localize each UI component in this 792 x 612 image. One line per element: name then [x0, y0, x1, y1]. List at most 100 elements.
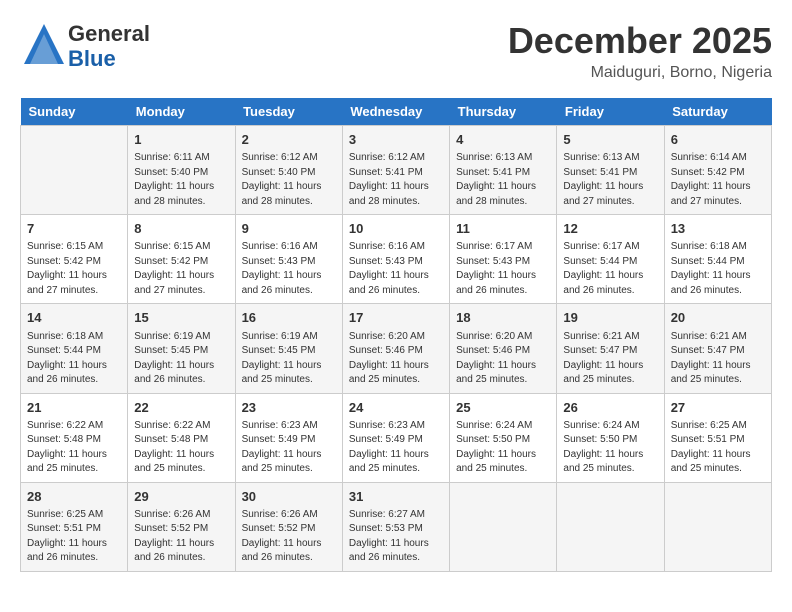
header-tuesday: Tuesday — [235, 98, 342, 126]
cell-info: Sunrise: 6:15 AMSunset: 5:42 PMDaylight:… — [27, 240, 121, 298]
day-number: 16 — [242, 309, 336, 327]
day-number: 8 — [134, 220, 228, 238]
calendar-cell: 5 Sunrise: 6:13 AMSunset: 5:41 PMDaylight… — [557, 126, 664, 215]
calendar-cell: 14 Sunrise: 6:18 AMSunset: 5:44 PMDayligh… — [21, 304, 128, 393]
cell-info: Sunrise: 6:22 AMSunset: 5:48 PMDaylight:… — [134, 419, 228, 477]
day-number: 17 — [349, 309, 443, 327]
calendar-table: SundayMondayTuesdayWednesdayThursdayFrid… — [20, 98, 772, 572]
calendar-cell: 8 Sunrise: 6:15 AMSunset: 5:42 PMDaylight… — [128, 215, 235, 304]
calendar-cell: 1 Sunrise: 6:11 AMSunset: 5:40 PMDaylight… — [128, 126, 235, 215]
cell-info: Sunrise: 6:19 AMSunset: 5:45 PMDaylight:… — [134, 330, 228, 388]
day-number: 7 — [27, 220, 121, 238]
week-row: 7 Sunrise: 6:15 AMSunset: 5:42 PMDaylight… — [21, 215, 772, 304]
header-wednesday: Wednesday — [342, 98, 449, 126]
day-number: 1 — [134, 131, 228, 149]
cell-info: Sunrise: 6:26 AMSunset: 5:52 PMDaylight:… — [134, 508, 228, 566]
day-number: 18 — [456, 309, 550, 327]
day-number: 30 — [242, 488, 336, 506]
cell-info: Sunrise: 6:23 AMSunset: 5:49 PMDaylight:… — [349, 419, 443, 477]
calendar-cell — [557, 482, 664, 571]
logo-general: General — [68, 22, 150, 46]
calendar-cell — [450, 482, 557, 571]
header-monday: Monday — [128, 98, 235, 126]
day-number: 20 — [671, 309, 765, 327]
logo-blue: Blue — [68, 47, 150, 71]
cell-info: Sunrise: 6:25 AMSunset: 5:51 PMDaylight:… — [27, 508, 121, 566]
cell-info: Sunrise: 6:23 AMSunset: 5:49 PMDaylight:… — [242, 419, 336, 477]
day-number: 2 — [242, 131, 336, 149]
cell-info: Sunrise: 6:15 AMSunset: 5:42 PMDaylight:… — [134, 240, 228, 298]
calendar-cell: 30 Sunrise: 6:26 AMSunset: 5:52 PMDayligh… — [235, 482, 342, 571]
calendar-cell: 9 Sunrise: 6:16 AMSunset: 5:43 PMDaylight… — [235, 215, 342, 304]
calendar-cell: 18 Sunrise: 6:20 AMSunset: 5:46 PMDayligh… — [450, 304, 557, 393]
cell-info: Sunrise: 6:25 AMSunset: 5:51 PMDaylight:… — [671, 419, 765, 477]
header-thursday: Thursday — [450, 98, 557, 126]
day-number: 5 — [563, 131, 657, 149]
cell-info: Sunrise: 6:17 AMSunset: 5:43 PMDaylight:… — [456, 240, 550, 298]
logo-icon — [20, 20, 68, 68]
calendar-cell: 7 Sunrise: 6:15 AMSunset: 5:42 PMDaylight… — [21, 215, 128, 304]
header-friday: Friday — [557, 98, 664, 126]
cell-info: Sunrise: 6:27 AMSunset: 5:53 PMDaylight:… — [349, 508, 443, 566]
calendar-cell: 13Sunrise: 6:18 AMSunset: 5:44 PMDayligh… — [664, 215, 771, 304]
cell-info: Sunrise: 6:21 AMSunset: 5:47 PMDaylight:… — [671, 330, 765, 388]
calendar-cell: 22 Sunrise: 6:22 AMSunset: 5:48 PMDayligh… — [128, 393, 235, 482]
week-row: 21 Sunrise: 6:22 AMSunset: 5:48 PMDayligh… — [21, 393, 772, 482]
calendar-cell: 3Sunrise: 6:12 AMSunset: 5:41 PMDaylight… — [342, 126, 449, 215]
day-number: 4 — [456, 131, 550, 149]
calendar-cell: 31 Sunrise: 6:27 AMSunset: 5:53 PMDayligh… — [342, 482, 449, 571]
day-number: 14 — [27, 309, 121, 327]
day-number: 12 — [563, 220, 657, 238]
day-number: 31 — [349, 488, 443, 506]
calendar-cell: 17Sunrise: 6:20 AMSunset: 5:46 PMDayligh… — [342, 304, 449, 393]
page-header: General Blue December 2025 Maiduguri, Bo… — [20, 20, 772, 82]
day-number: 21 — [27, 399, 121, 417]
calendar-cell — [664, 482, 771, 571]
cell-info: Sunrise: 6:26 AMSunset: 5:52 PMDaylight:… — [242, 508, 336, 566]
cell-info: Sunrise: 6:20 AMSunset: 5:46 PMDaylight:… — [456, 330, 550, 388]
day-number: 15 — [134, 309, 228, 327]
header-sunday: Sunday — [21, 98, 128, 126]
day-number: 28 — [27, 488, 121, 506]
day-number: 6 — [671, 131, 765, 149]
calendar-cell: 23 Sunrise: 6:23 AMSunset: 5:49 PMDayligh… — [235, 393, 342, 482]
calendar-cell: 16 Sunrise: 6:19 AMSunset: 5:45 PMDayligh… — [235, 304, 342, 393]
location: Maiduguri, Borno, Nigeria — [508, 64, 772, 82]
week-row: 28 Sunrise: 6:25 AMSunset: 5:51 PMDayligh… — [21, 482, 772, 571]
cell-info: Sunrise: 6:21 AMSunset: 5:47 PMDaylight:… — [563, 330, 657, 388]
day-number: 10 — [349, 220, 443, 238]
cell-info: Sunrise: 6:22 AMSunset: 5:48 PMDaylight:… — [27, 419, 121, 477]
day-number: 3 — [349, 131, 443, 149]
cell-info: Sunrise: 6:24 AMSunset: 5:50 PMDaylight:… — [456, 419, 550, 477]
cell-info: Sunrise: 6:16 AMSunset: 5:43 PMDaylight:… — [242, 240, 336, 298]
cell-info: Sunrise: 6:13 AMSunset: 5:41 PMDaylight:… — [563, 151, 657, 209]
header-saturday: Saturday — [664, 98, 771, 126]
calendar-cell: 2 Sunrise: 6:12 AMSunset: 5:40 PMDaylight… — [235, 126, 342, 215]
cell-info: Sunrise: 6:12 AMSunset: 5:40 PMDaylight:… — [242, 151, 336, 209]
calendar-cell: 15 Sunrise: 6:19 AMSunset: 5:45 PMDayligh… — [128, 304, 235, 393]
calendar-cell: 28 Sunrise: 6:25 AMSunset: 5:51 PMDayligh… — [21, 482, 128, 571]
cell-info: Sunrise: 6:18 AMSunset: 5:44 PMDaylight:… — [671, 240, 765, 298]
calendar-cell — [21, 126, 128, 215]
calendar-cell: 21 Sunrise: 6:22 AMSunset: 5:48 PMDayligh… — [21, 393, 128, 482]
calendar-cell: 19 Sunrise: 6:21 AMSunset: 5:47 PMDayligh… — [557, 304, 664, 393]
calendar-cell: 26Sunrise: 6:24 AMSunset: 5:50 PMDayligh… — [557, 393, 664, 482]
cell-info: Sunrise: 6:17 AMSunset: 5:44 PMDaylight:… — [563, 240, 657, 298]
day-number: 9 — [242, 220, 336, 238]
logo-text: General Blue — [68, 22, 150, 70]
cell-info: Sunrise: 6:18 AMSunset: 5:44 PMDaylight:… — [27, 330, 121, 388]
calendar-cell: 20 Sunrise: 6:21 AMSunset: 5:47 PMDayligh… — [664, 304, 771, 393]
calendar-cell: 12 Sunrise: 6:17 AMSunset: 5:44 PMDayligh… — [557, 215, 664, 304]
day-number: 19 — [563, 309, 657, 327]
cell-info: Sunrise: 6:19 AMSunset: 5:45 PMDaylight:… — [242, 330, 336, 388]
day-number: 25 — [456, 399, 550, 417]
month-title: December 2025 — [508, 20, 772, 62]
calendar-cell: 24Sunrise: 6:23 AMSunset: 5:49 PMDayligh… — [342, 393, 449, 482]
day-number: 22 — [134, 399, 228, 417]
cell-info: Sunrise: 6:11 AMSunset: 5:40 PMDaylight:… — [134, 151, 228, 209]
day-number: 23 — [242, 399, 336, 417]
cell-info: Sunrise: 6:14 AMSunset: 5:42 PMDaylight:… — [671, 151, 765, 209]
cell-info: Sunrise: 6:13 AMSunset: 5:41 PMDaylight:… — [456, 151, 550, 209]
calendar-cell: 27Sunrise: 6:25 AMSunset: 5:51 PMDayligh… — [664, 393, 771, 482]
header-row: SundayMondayTuesdayWednesdayThursdayFrid… — [21, 98, 772, 126]
